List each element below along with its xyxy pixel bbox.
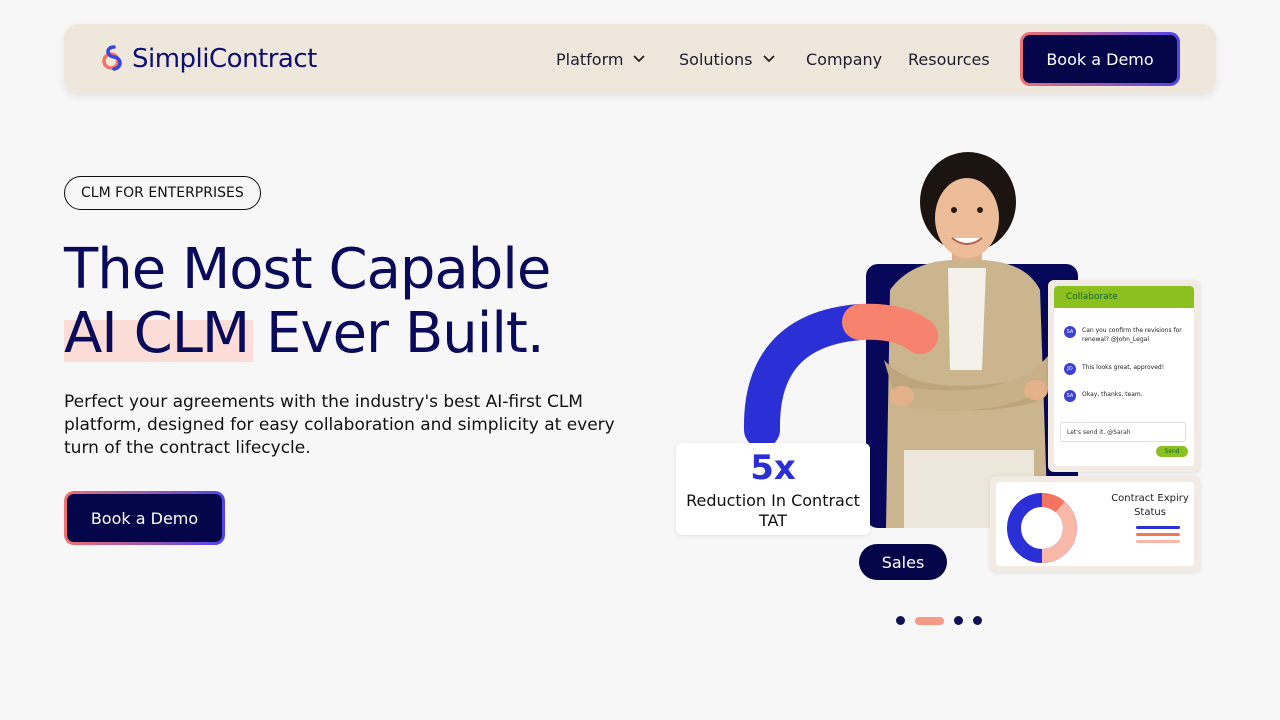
collaborate-panel: Collaborate SA Can you confirm the revis…	[1054, 286, 1194, 466]
logo-mark-icon	[102, 45, 122, 71]
expiry-title: Contract Expiry Status	[1111, 493, 1189, 518]
progress-arc-graphic	[743, 303, 938, 448]
carousel-dot[interactable]	[973, 616, 982, 625]
headline-line-1: The Most Capable	[64, 237, 551, 302]
stat-label: Reduction In Contract TAT	[686, 491, 860, 530]
nav-book-demo-button[interactable]: Book a Demo	[1020, 32, 1180, 86]
nav-item-company[interactable]: Company	[806, 47, 882, 71]
stat-card: 5x Reduction In Contract TAT	[676, 443, 870, 535]
chat-message: SA Can you confirm the revisions for ren…	[1064, 326, 1192, 344]
hero-book-demo-button[interactable]: Book a Demo	[64, 491, 225, 545]
nav-item-solutions[interactable]: Solutions	[679, 47, 775, 71]
legend-bar	[1136, 526, 1180, 529]
sales-pill: Sales	[859, 544, 947, 580]
nav-item-label: Platform	[556, 49, 624, 69]
hero-subtext: Perfect your agreements with the industr…	[64, 392, 615, 458]
chat-message: JO This looks great, approved!	[1064, 363, 1192, 375]
nav-item-label: Resources	[908, 49, 990, 69]
headline-rest: Ever Built.	[249, 301, 545, 366]
nav-item-label: Solutions	[679, 49, 753, 69]
hero-headline: The Most Capable AI CLM Ever Built.	[64, 238, 684, 366]
carousel-dot[interactable]	[954, 616, 963, 625]
contract-expiry-panel: Contract Expiry Status	[996, 482, 1194, 566]
send-button: Send	[1156, 446, 1188, 457]
reply-input: Let's send it. @Sarah	[1060, 422, 1186, 442]
carousel-dots	[896, 616, 992, 625]
hero-tag: CLM FOR ENTERPRISES	[64, 176, 261, 210]
top-navbar: SimpliContract Platform Solutions Compan…	[64, 24, 1216, 94]
chevron-down-icon	[762, 55, 775, 63]
contract-expiry-card: Contract Expiry Status	[990, 476, 1200, 572]
carousel-dot[interactable]	[896, 616, 905, 625]
headline-highlight: AI CLM	[64, 301, 254, 366]
chat-message: SA Okay, thanks, team.	[1064, 390, 1192, 402]
legend-bar	[1136, 533, 1180, 536]
stat-value: 5x	[750, 448, 796, 488]
chat-message-text: This looks great, approved!	[1082, 364, 1165, 371]
nav-item-resources[interactable]: Resources	[908, 47, 990, 71]
expiry-donut-chart	[1007, 493, 1077, 563]
chat-message-text: Okay, thanks, team.	[1082, 391, 1143, 398]
legend-bar	[1136, 540, 1180, 543]
chat-message-text: Can you confirm the revisions for renewa…	[1082, 327, 1182, 343]
avatar: SA	[1064, 326, 1076, 338]
brand-logo[interactable]: SimpliContract	[100, 42, 317, 76]
avatar: SA	[1064, 390, 1076, 402]
avatar: JO	[1064, 363, 1076, 375]
nav-item-platform[interactable]: Platform	[556, 47, 646, 71]
headline-line-2: AI CLM Ever Built.	[64, 302, 684, 366]
collaborate-card: Collaborate SA Can you confirm the revis…	[1048, 280, 1200, 472]
nav-item-label: Company	[806, 49, 883, 69]
collaborate-title: Collaborate	[1054, 286, 1194, 308]
hero-visual: 5x Reduction In Contract TAT Collaborate…	[670, 150, 1210, 630]
chevron-down-icon	[633, 55, 646, 63]
carousel-dot-active[interactable]	[915, 616, 944, 625]
brand-name: SimpliContract	[132, 44, 317, 74]
